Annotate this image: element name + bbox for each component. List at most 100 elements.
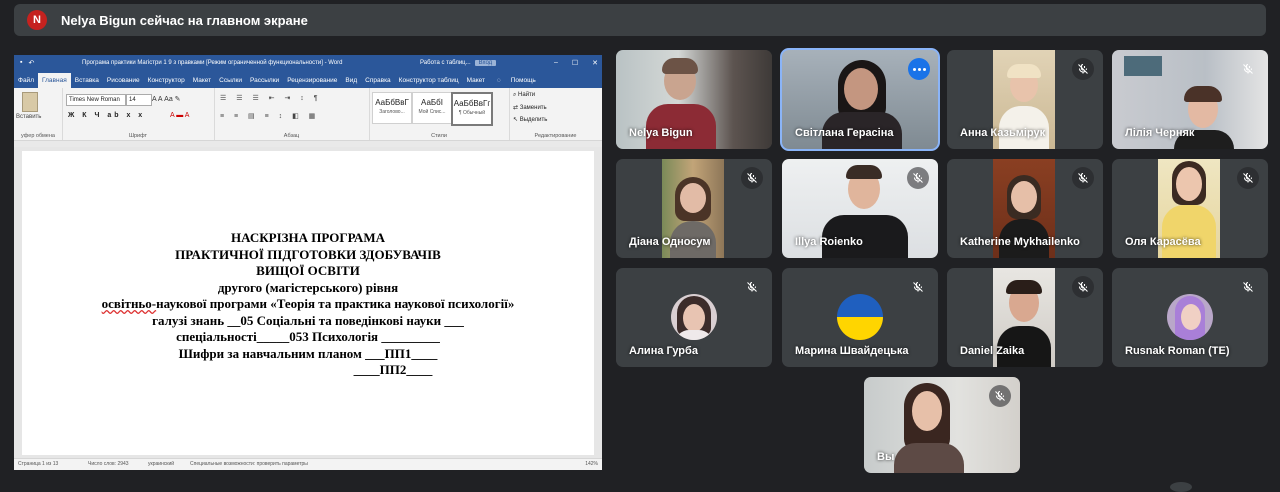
shared-screen[interactable]: ▪ ↶ Програма практики Магістри 1 9 з пра… [14, 55, 602, 470]
participant-tile-active-speaker[interactable]: Світлана Герасіна [780, 48, 940, 151]
editing-group-label: Редактирование [534, 133, 577, 139]
style-normal: АаБбВвГг ¶ Обычный [451, 92, 493, 126]
accessibility-status: Специальные возможности: проверить парам… [190, 461, 308, 467]
format-buttons: Ж К Ч ab x x [68, 112, 146, 119]
minimize-icon: – [553, 58, 558, 66]
ribbon-tab: Рисование [106, 77, 140, 84]
ribbon-tab: Рассылки [250, 77, 280, 84]
clipboard-group-label: уфер обмена [21, 133, 55, 139]
ribbon-tab: Конструктор таблиц [398, 77, 459, 84]
font-group-label: Шрифт [128, 133, 148, 139]
doc-line: ПРАКТИЧНОЇ ПІДГОТОВКИ ЗДОБУВАЧІВ [175, 246, 441, 262]
doc-line: спеціальності_____053 Психологія _______… [176, 329, 440, 344]
participant-tile[interactable]: Алина Гурба [616, 268, 772, 367]
presenting-banner: N Nelya Bigun сейчас на главном экране [14, 4, 1266, 36]
mic-off-icon [1072, 58, 1094, 80]
face [844, 68, 878, 110]
doc-line: НАСКРІЗНА ПРОГРАМА [231, 230, 385, 245]
ribbon-tab: Справка [365, 77, 391, 84]
mic-off-icon [907, 167, 929, 189]
ribbon-tab: Ссылки [219, 77, 243, 84]
word-status-bar: Страница 1 из 13 Число слов: 2943 украин… [14, 458, 602, 470]
participant-tile[interactable]: Оля Карасёва [1112, 159, 1268, 258]
cursor-icon: ↖ [513, 117, 520, 123]
hair [1184, 86, 1222, 102]
undo-icon: ↶ [28, 59, 35, 67]
face-front [680, 183, 706, 213]
close-icon: ✕ [592, 59, 598, 67]
participant-tile[interactable]: Rusnak Roman (TE) [1112, 268, 1268, 367]
font-size-buttons: A A Аа ✎ [152, 96, 181, 103]
list-buttons: ☰ ☰ ☰ ⇤ ⇥ ↕ ¶ [220, 95, 322, 102]
participant-name: Daniel Zaika [960, 345, 1025, 357]
hair [1007, 64, 1041, 78]
select-button: ↖ Выделить [513, 117, 548, 123]
replace-button: ⇄ Заменить [513, 105, 547, 111]
word-title-bar: ▪ ↶ Програма практики Магістри 1 9 з пра… [14, 55, 602, 70]
participant-name: Лілія Черняк [1125, 127, 1195, 139]
font-size-box: 14 [126, 94, 152, 106]
replace-icon: ⇄ [513, 105, 520, 111]
participant-name: Оля Карасёва [1125, 236, 1201, 248]
doc-line: галузі знань __05 Соціальні та поведінко… [152, 312, 464, 328]
participant-tile[interactable]: Katherine Mykhailenko [947, 159, 1103, 258]
avatar [671, 294, 717, 340]
word-count: Число слов: 2943 [88, 461, 129, 467]
more-options-button[interactable] [908, 58, 930, 80]
participant-tile[interactable]: Марина Швайдецька [782, 268, 938, 367]
align-buttons: ≡ ≡ ▤ ≡ ↕ ◧ ▦ [220, 113, 320, 120]
mic-off-icon [1072, 167, 1094, 189]
lightbulb-icon: ◌ [497, 77, 503, 84]
participant-tile[interactable]: Лілія Черняк [1112, 50, 1268, 149]
doc-line-prefix: освітньо- [101, 296, 157, 311]
mic-off-icon [1237, 167, 1259, 189]
style-my-list: АаБбI Мой Спис... [412, 92, 452, 124]
mic-off-icon [1237, 276, 1259, 298]
participant-name: Марина Швайдецька [795, 345, 909, 357]
language-status: украинский [148, 461, 175, 467]
participant-tile[interactable]: Анна Казьмірук [947, 50, 1103, 149]
more-participants-indicator [1170, 482, 1192, 492]
presenter-avatar: N [27, 10, 47, 30]
mic-off-icon [741, 167, 763, 189]
ribbon-tab: Конструктор [147, 77, 185, 84]
participant-name: Nelya Bigun [629, 127, 693, 139]
hair [846, 165, 882, 179]
font-color-icon: A ▬ A [170, 112, 190, 119]
participant-name: Illya Roienko [795, 236, 863, 248]
participant-tile[interactable]: Діана Односум [616, 159, 772, 258]
hair [1006, 280, 1042, 294]
zoom-level: 142% [585, 461, 598, 467]
clipboard-group: Вставить уфер обмена [14, 88, 63, 140]
participant-tile[interactable]: Illya Roienko [782, 159, 938, 258]
self-name: Вы [877, 451, 895, 463]
participant-name: Rusnak Roman (TE) [1125, 345, 1230, 357]
face [912, 391, 942, 431]
shirt [1162, 205, 1216, 258]
mic-off-icon [1072, 276, 1094, 298]
mic-off-icon [1237, 58, 1259, 80]
paste-label: Вставить [16, 114, 42, 120]
ribbon-tab-help: ◌ Помощь [489, 77, 544, 88]
hair [662, 58, 698, 74]
participant-tile[interactable]: Nelya Bigun [616, 50, 772, 149]
word-doc-title: Програма практики Магістри 1 9 з правкам… [82, 59, 343, 66]
doc-line: другого (магістерського) рівня [217, 279, 399, 295]
font-group: Times New Roman 14 A A Аа ✎ Ж К Ч ab x x… [62, 88, 215, 140]
face [1181, 304, 1201, 330]
wall-picture [1124, 56, 1162, 76]
doc-line: Шифри за навчальним планом ___ПП1____ [178, 345, 438, 361]
face [1011, 181, 1037, 213]
save-icon: ▪ [20, 59, 23, 66]
doc-line: ВИЩОЇ ОСВІТИ [256, 263, 360, 278]
ribbon-tab: Макет [466, 77, 486, 84]
face [683, 304, 705, 332]
participant-tile[interactable]: Daniel Zaika [947, 268, 1103, 367]
font-name-box: Times New Roman [66, 94, 126, 106]
participant-name: Світлана Герасіна [795, 127, 894, 139]
shirt [894, 443, 964, 473]
self-view-tile[interactable]: Вы [864, 377, 1020, 473]
ribbon-tab: Макет [192, 77, 212, 84]
styles-group-label: Стили [431, 133, 447, 139]
participant-name: Katherine Mykhailenko [960, 236, 1080, 248]
